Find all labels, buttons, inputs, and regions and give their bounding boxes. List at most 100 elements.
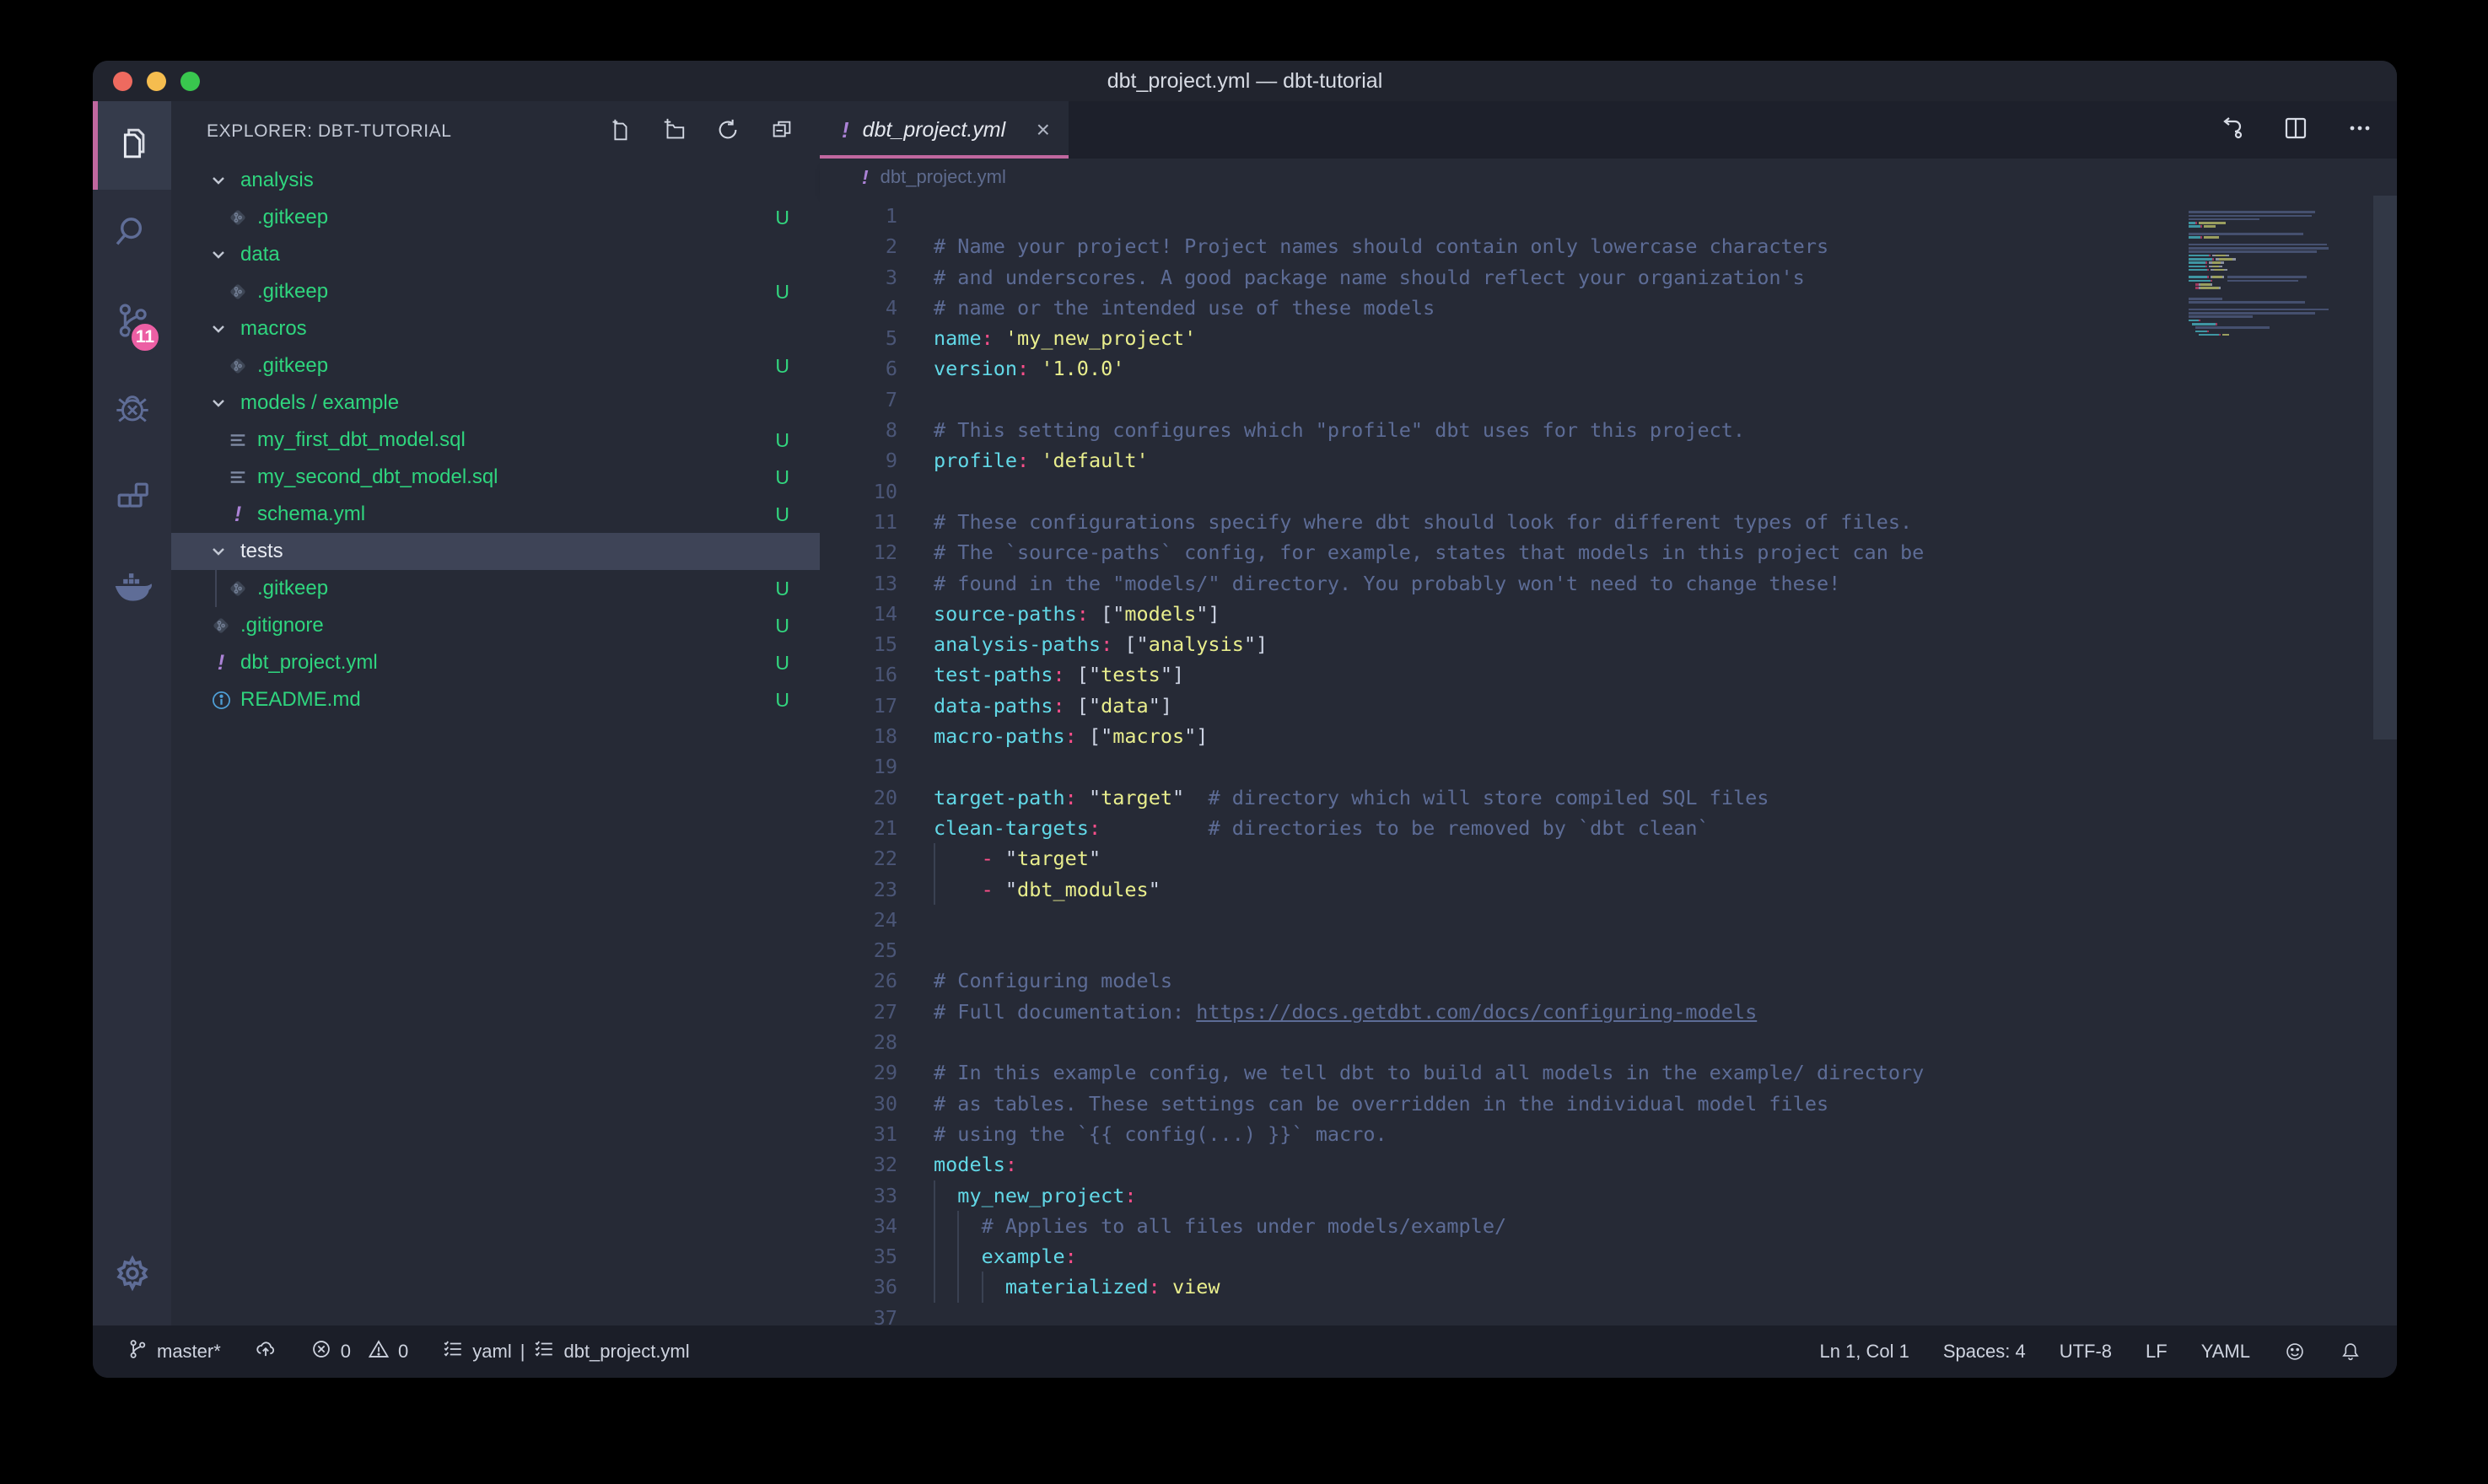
code-editor[interactable]: 12# Name your project! Project names sho… [820, 196, 2397, 1325]
tab-strip: ! dbt_project.yml × [820, 101, 2397, 159]
new-folder-icon[interactable] [661, 117, 687, 147]
tab-dbt-project-yml[interactable]: ! dbt_project.yml × [820, 101, 1069, 159]
file-language-selector[interactable]: yaml | dbt_project.yml [442, 1338, 689, 1365]
git-branch-status[interactable]: master* [127, 1338, 221, 1365]
branch-name: master* [157, 1341, 221, 1363]
branch-icon [127, 1338, 148, 1365]
line-number: 12 [820, 537, 897, 567]
activity-bar: 11 [93, 101, 171, 1325]
activity-debug[interactable] [93, 367, 171, 455]
minimap[interactable] [2189, 207, 2370, 337]
line-number: 4 [820, 293, 897, 323]
line-number: 32 [820, 1149, 897, 1180]
tree-file-readme-md[interactable]: README.mdU [171, 681, 820, 718]
code-line-34: 34 # Applies to all files under models/e… [820, 1211, 2186, 1241]
tree-folder-analysis[interactable]: analysis [171, 162, 820, 199]
git-untracked-badge: U [775, 429, 789, 452]
activity-docker[interactable] [93, 544, 171, 632]
cursor-position[interactable]: Ln 1, Col 1 [1819, 1341, 1909, 1363]
tree-folder-data[interactable]: data [171, 236, 820, 273]
activity-extensions[interactable] [93, 455, 171, 544]
code-line-12: 12# The `source-paths` config, for examp… [820, 537, 2186, 567]
git-untracked-badge: U [775, 615, 789, 637]
line-number: 24 [820, 905, 897, 935]
open-changes-icon[interactable] [2218, 115, 2245, 146]
activity-source-control[interactable]: 11 [93, 278, 171, 367]
new-file-icon[interactable] [607, 117, 633, 147]
tree-item-label: tests [240, 540, 789, 563]
git-untracked-badge: U [775, 689, 789, 712]
status-bar: master* 0 [93, 1325, 2397, 1378]
language-mode[interactable]: YAML [2201, 1341, 2250, 1363]
tree-file-my-second-dbt-model-sql[interactable]: my_second_dbt_model.sqlU [171, 459, 820, 496]
tree-file-dbt-project-yml[interactable]: !dbt_project.ymlU [171, 644, 820, 681]
tree-item-label: my_first_dbt_model.sql [257, 428, 775, 452]
editor-scrollbar[interactable] [2373, 196, 2397, 739]
notifications-bell-icon[interactable] [2340, 1341, 2361, 1363]
line-number: 1 [820, 201, 897, 231]
explorer-sidebar: EXPLORER: DBT-TUTORIAL [171, 101, 820, 1325]
tree-folder-macros[interactable]: macros [171, 310, 820, 347]
search-icon [113, 212, 152, 255]
close-tab-icon[interactable]: × [1037, 116, 1050, 143]
tree-file-my-first-dbt-model-sql[interactable]: my_first_dbt_model.sqlU [171, 422, 820, 459]
line-number: 19 [820, 751, 897, 782]
code-line-30: 30# as tables. These settings can be ove… [820, 1089, 2186, 1119]
title-bar: dbt_project.yml — dbt-tutorial [93, 61, 2397, 101]
more-actions-icon[interactable] [2346, 115, 2373, 146]
line-number: 18 [820, 721, 897, 751]
feedback-smiley-icon[interactable] [2284, 1341, 2306, 1363]
tree-folder-tests[interactable]: tests [171, 533, 820, 570]
tree-item-label: my_second_dbt_model.sql [257, 465, 775, 489]
line-number: 11 [820, 507, 897, 537]
breadcrumb[interactable]: ! dbt_project.yml [820, 159, 2397, 196]
tree-file-schema-yml[interactable]: !schema.ymlU [171, 496, 820, 533]
activity-settings[interactable] [93, 1224, 171, 1325]
line-number: 16 [820, 659, 897, 690]
tree-item-label: models / example [240, 391, 789, 415]
line-number: 33 [820, 1180, 897, 1211]
line-number: 26 [820, 965, 897, 996]
code-line-20: 20target-path: "target" # directory whic… [820, 782, 2186, 813]
code-line-4: 4# name or the intended use of these mod… [820, 293, 2186, 323]
tree-file--gitignore[interactable]: .gitignoreU [171, 607, 820, 644]
git-untracked-badge: U [775, 466, 789, 489]
indentation-setting[interactable]: Spaces: 4 [1943, 1341, 2026, 1363]
tree-item-label: macros [240, 317, 789, 341]
tree-file--gitkeep[interactable]: .gitkeepU [171, 347, 820, 384]
activity-search[interactable] [93, 190, 171, 278]
code-line-21: 21clean-targets: # directories to be rem… [820, 813, 2186, 843]
code-pane: 12# Name your project! Project names sho… [820, 201, 2186, 1325]
collapse-folders-icon[interactable] [769, 117, 794, 147]
eol-setting[interactable]: LF [2146, 1341, 2168, 1363]
checklist-icon [533, 1338, 555, 1365]
yaml-file-icon: ! [862, 166, 869, 189]
files-icon [113, 124, 152, 167]
tree-file--gitkeep[interactable]: .gitkeepU [171, 199, 820, 236]
tree-file--gitkeep[interactable]: .gitkeepU [171, 570, 820, 607]
sync-changes-button[interactable] [255, 1338, 277, 1365]
tree-item-label: .gitkeep [257, 280, 775, 304]
sql-file-icon [227, 429, 249, 451]
code-line-3: 3# and underscores. A good package name … [820, 262, 2186, 293]
code-line-28: 28 [820, 1027, 2186, 1057]
line-number: 22 [820, 843, 897, 874]
tree-file--gitkeep[interactable]: .gitkeepU [171, 273, 820, 310]
line-number: 10 [820, 476, 897, 507]
git-untracked-badge: U [775, 503, 789, 526]
warnings-icon [368, 1338, 390, 1365]
git-file-icon [227, 355, 249, 377]
line-number: 31 [820, 1119, 897, 1149]
indent-guide [215, 570, 217, 607]
code-line-26: 26# Configuring models [820, 965, 2186, 996]
tree-folder-models-example[interactable]: models / example [171, 384, 820, 422]
encoding-setting[interactable]: UTF-8 [2060, 1341, 2112, 1363]
code-line-36: 36 materialized: view [820, 1272, 2186, 1302]
split-editor-icon[interactable] [2282, 115, 2309, 146]
line-number: 36 [820, 1272, 897, 1302]
code-line-24: 24 [820, 905, 2186, 935]
problems-status[interactable]: 0 0 [310, 1338, 409, 1365]
refresh-icon[interactable] [715, 117, 740, 147]
code-line-7: 7 [820, 384, 2186, 415]
activity-explorer[interactable] [93, 101, 171, 190]
